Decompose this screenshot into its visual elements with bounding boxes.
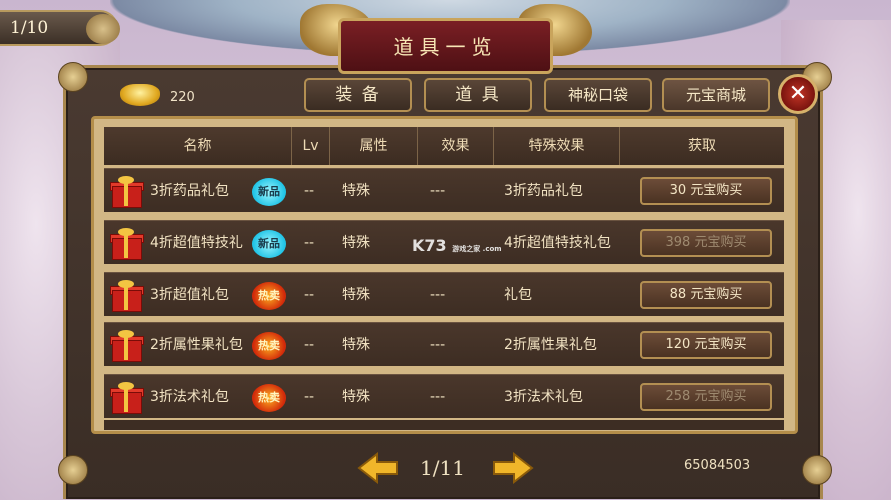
hot-sale-badge: 热卖	[252, 332, 286, 360]
gift-box-icon	[110, 330, 144, 362]
buy-button[interactable]: 30 元宝购买	[640, 177, 772, 205]
buy-button[interactable]: 120 元宝购买	[640, 331, 772, 359]
watermark: K73 游戏之家 .com	[412, 236, 502, 255]
window-title: 道具一览	[393, 35, 498, 59]
corner-counter-text: 1/10	[10, 18, 49, 38]
item-lv: --	[304, 287, 315, 303]
frame-corner-ornament-icon	[802, 455, 832, 485]
item-effect: ---	[430, 337, 446, 353]
tab-ingot-shop[interactable]: 元宝商城	[662, 78, 770, 112]
buy-button[interactable]: 258 元宝购买	[640, 383, 772, 411]
gold-amount: 220	[170, 90, 195, 105]
item-lv: --	[304, 337, 315, 353]
table-row: 3折药品礼包 新品 -- 特殊 --- 3折药品礼包 30 元宝购买	[104, 168, 784, 212]
watermark-sub: 游戏之家 .com	[452, 245, 502, 253]
item-special-effect: 4折超值特技礼包	[504, 235, 611, 251]
item-special-effect: 3折法术礼包	[504, 389, 583, 405]
prev-page-arrow-icon[interactable]	[357, 451, 399, 485]
tab-mystery-bag[interactable]: 神秘口袋	[544, 78, 652, 112]
item-special-effect: 礼包	[504, 287, 532, 303]
item-name: 2折属性果礼包	[150, 337, 243, 353]
tab-equipment[interactable]: 装 备	[304, 78, 412, 112]
tab-items[interactable]: 道 具	[424, 78, 532, 112]
gift-box-icon	[110, 228, 144, 260]
frame-corner-ornament-icon	[58, 62, 88, 92]
item-lv: --	[304, 183, 315, 199]
item-attribute: 特殊	[342, 389, 370, 405]
item-attribute: 特殊	[342, 337, 370, 353]
frame-corner-ornament-icon	[58, 455, 88, 485]
close-button[interactable]: ✕	[778, 74, 818, 114]
gold-ingot-icon	[120, 84, 160, 106]
gift-box-icon	[110, 280, 144, 312]
item-attribute: 特殊	[342, 235, 370, 251]
item-name: 3折超值礼包	[150, 287, 229, 303]
gift-box-icon	[110, 382, 144, 414]
table-bottom-band	[104, 420, 784, 430]
item-special-effect: 2折属性果礼包	[504, 337, 597, 353]
table-header: 名称 Lv 属性 效果 特殊效果 获取	[104, 127, 784, 165]
header-effect: 效果	[418, 127, 494, 165]
table-row: 3折法术礼包 热卖 -- 特殊 --- 3折法术礼包 258 元宝购买	[104, 374, 784, 418]
item-lv: --	[304, 235, 315, 251]
item-special-effect: 3折药品礼包	[504, 183, 583, 199]
header-obtain: 获取	[688, 138, 716, 154]
item-effect: ---	[430, 287, 446, 303]
item-effect: ---	[430, 389, 446, 405]
item-lv: --	[304, 389, 315, 405]
buy-button[interactable]: 398 元宝购买	[640, 229, 772, 257]
hot-sale-badge: 热卖	[252, 384, 286, 412]
corner-page-counter: 1/10	[0, 10, 120, 46]
item-name: 3折药品礼包	[150, 183, 229, 199]
header-name: 名称	[104, 127, 292, 165]
header-attribute: 属性	[330, 127, 418, 165]
table-row: 2折属性果礼包 热卖 -- 特殊 --- 2折属性果礼包 120 元宝购买	[104, 322, 784, 366]
header-lv: Lv	[292, 127, 330, 165]
table-row: 3折超值礼包 热卖 -- 特殊 --- 礼包 88 元宝购买	[104, 272, 784, 316]
item-attribute: 特殊	[342, 183, 370, 199]
hot-sale-badge: 热卖	[252, 282, 286, 310]
account-id: 65084503	[684, 458, 751, 473]
next-page-arrow-icon[interactable]	[492, 451, 534, 485]
new-badge: 新品	[252, 178, 286, 206]
page-indicator: 1/11	[420, 456, 465, 480]
dragon-ornament-icon	[86, 14, 120, 44]
item-name: 4折超值特技礼	[150, 235, 243, 251]
item-name: 3折法术礼包	[150, 389, 229, 405]
header-special-effect: 特殊效果	[494, 127, 620, 165]
item-attribute: 特殊	[342, 287, 370, 303]
new-badge: 新品	[252, 230, 286, 258]
buy-button[interactable]: 88 元宝购买	[640, 281, 772, 309]
watermark-main: K73	[412, 236, 447, 255]
gift-box-icon	[110, 176, 144, 208]
item-effect: ---	[430, 183, 446, 199]
window-title-plaque: 道具一览	[338, 18, 553, 74]
